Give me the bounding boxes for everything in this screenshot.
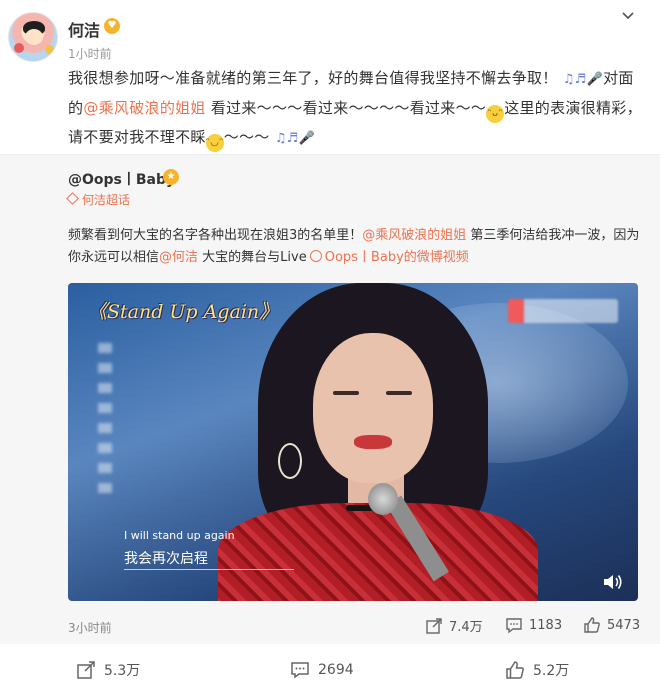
singer-earring: [278, 443, 302, 479]
grin-emoji-icon: ᵔᴗᵔ: [486, 105, 505, 123]
like-count: 5.2万: [533, 663, 570, 679]
singer-eye: [333, 391, 359, 395]
microphone-icon: 🎤: [298, 131, 316, 146]
laugh-emoji-icon: ᵔ◡ᵔ: [205, 134, 224, 152]
supertopic-icon: [66, 192, 79, 205]
singer-lips: [354, 435, 392, 449]
microphone-head: [368, 483, 398, 515]
repost-text: 频繁看到何大宝的名字各种出现在浪姐3的名单里！@乘风破浪的姐姐 第三季何洁给我冲…: [68, 225, 643, 269]
comment-icon: [506, 618, 522, 634]
comment-button[interactable]: 2694: [290, 660, 354, 680]
avatar-decoration: [45, 45, 54, 54]
repost-share-button[interactable]: 7.4万: [425, 616, 483, 635]
singer-face: [313, 333, 433, 483]
repost-comment-count: 1183: [529, 617, 563, 633]
mention-link[interactable]: @乘风破浪的姐姐: [83, 99, 205, 117]
repost-text-part: 大宝的舞台与Live: [198, 250, 307, 265]
supertopic-link[interactable]: 何洁超话: [66, 191, 131, 208]
repost-share-count: 7.4万: [449, 620, 483, 635]
video-title: 《Stand Up Again》: [88, 301, 279, 323]
share-count: 5.3万: [104, 663, 141, 679]
microphone-icon: 🎤: [586, 72, 604, 87]
reposted-post[interactable]: @Oops丨Baby ★ 何洁超话 频繁看到何大宝的名字各种出现在浪姐3的名单里…: [0, 154, 660, 644]
share-button[interactable]: 5.3万: [76, 660, 140, 680]
subtitle-chinese: 我会再次启程: [124, 551, 208, 567]
post-text-part: ～～～: [223, 128, 270, 146]
subtitle-divider: [124, 569, 294, 570]
repost-like-button[interactable]: 5473: [583, 616, 640, 634]
singer-eye: [386, 391, 412, 395]
blurred-channel-logo: [508, 299, 618, 323]
comment-icon: [291, 662, 309, 679]
notes-icon: ♬: [286, 131, 299, 146]
video-link-icon: [309, 250, 322, 262]
share-icon: [426, 617, 442, 634]
music-notes-icon: ♫: [562, 72, 575, 87]
subtitle-english: I will stand up again: [124, 529, 235, 542]
supertopic-label: 何洁超话: [82, 193, 131, 207]
like-button[interactable]: 5.2万: [505, 660, 569, 680]
mention-link[interactable]: @乘风破浪的姐姐: [362, 228, 466, 243]
repost-username[interactable]: @Oops丨Baby: [68, 169, 175, 189]
post-text-part: 我很想参加呀～准备就绪的第三年了，好的舞台值得我坚持不懈去争取！: [68, 69, 558, 87]
thumbs-up-icon: [584, 617, 600, 633]
repost-text-part: 频繁看到何大宝的名字各种出现在浪姐3的名单里！: [68, 228, 363, 243]
avatar[interactable]: [8, 12, 58, 62]
repost-like-count: 5473: [607, 617, 641, 633]
volume-icon[interactable]: [602, 573, 624, 591]
video-link[interactable]: Oops丨Baby的微博视频: [325, 250, 469, 265]
notes-icon: ♬: [574, 72, 587, 87]
username[interactable]: 何洁: [68, 17, 100, 41]
avatar-face: [25, 29, 43, 45]
comment-count: 2694: [318, 662, 354, 678]
blurred-caption: [98, 343, 112, 493]
post-text: 我很想参加呀～准备就绪的第三年了，好的舞台值得我坚持不懈去争取！ ♫♬🎤对面的@…: [68, 64, 646, 153]
repost-comment-button[interactable]: 1183: [505, 616, 562, 634]
post-text-part: 看过来～～～看过来～～～～看过来～～: [205, 99, 487, 117]
fan-badge-icon: ♥: [104, 18, 120, 34]
weibo-post: 何洁 ♥ 1小时前 我很想参加呀～准备就绪的第三年了，好的舞台值得我坚持不懈去争…: [0, 0, 660, 697]
music-notes-icon: ♫: [274, 131, 287, 146]
chevron-down-icon[interactable]: [620, 8, 636, 24]
post-time[interactable]: 1小时前: [68, 45, 112, 62]
mention-link[interactable]: @何洁: [159, 250, 198, 265]
video-player[interactable]: 《Stand Up Again》 I will stand up again 我…: [68, 283, 638, 601]
share-icon: [77, 661, 95, 679]
verified-badge-icon: ★: [163, 169, 179, 185]
avatar-decoration: [14, 43, 24, 53]
repost-time[interactable]: 3小时前: [68, 619, 112, 636]
singer-jacket: [218, 503, 538, 601]
thumbs-up-icon: [506, 661, 524, 679]
